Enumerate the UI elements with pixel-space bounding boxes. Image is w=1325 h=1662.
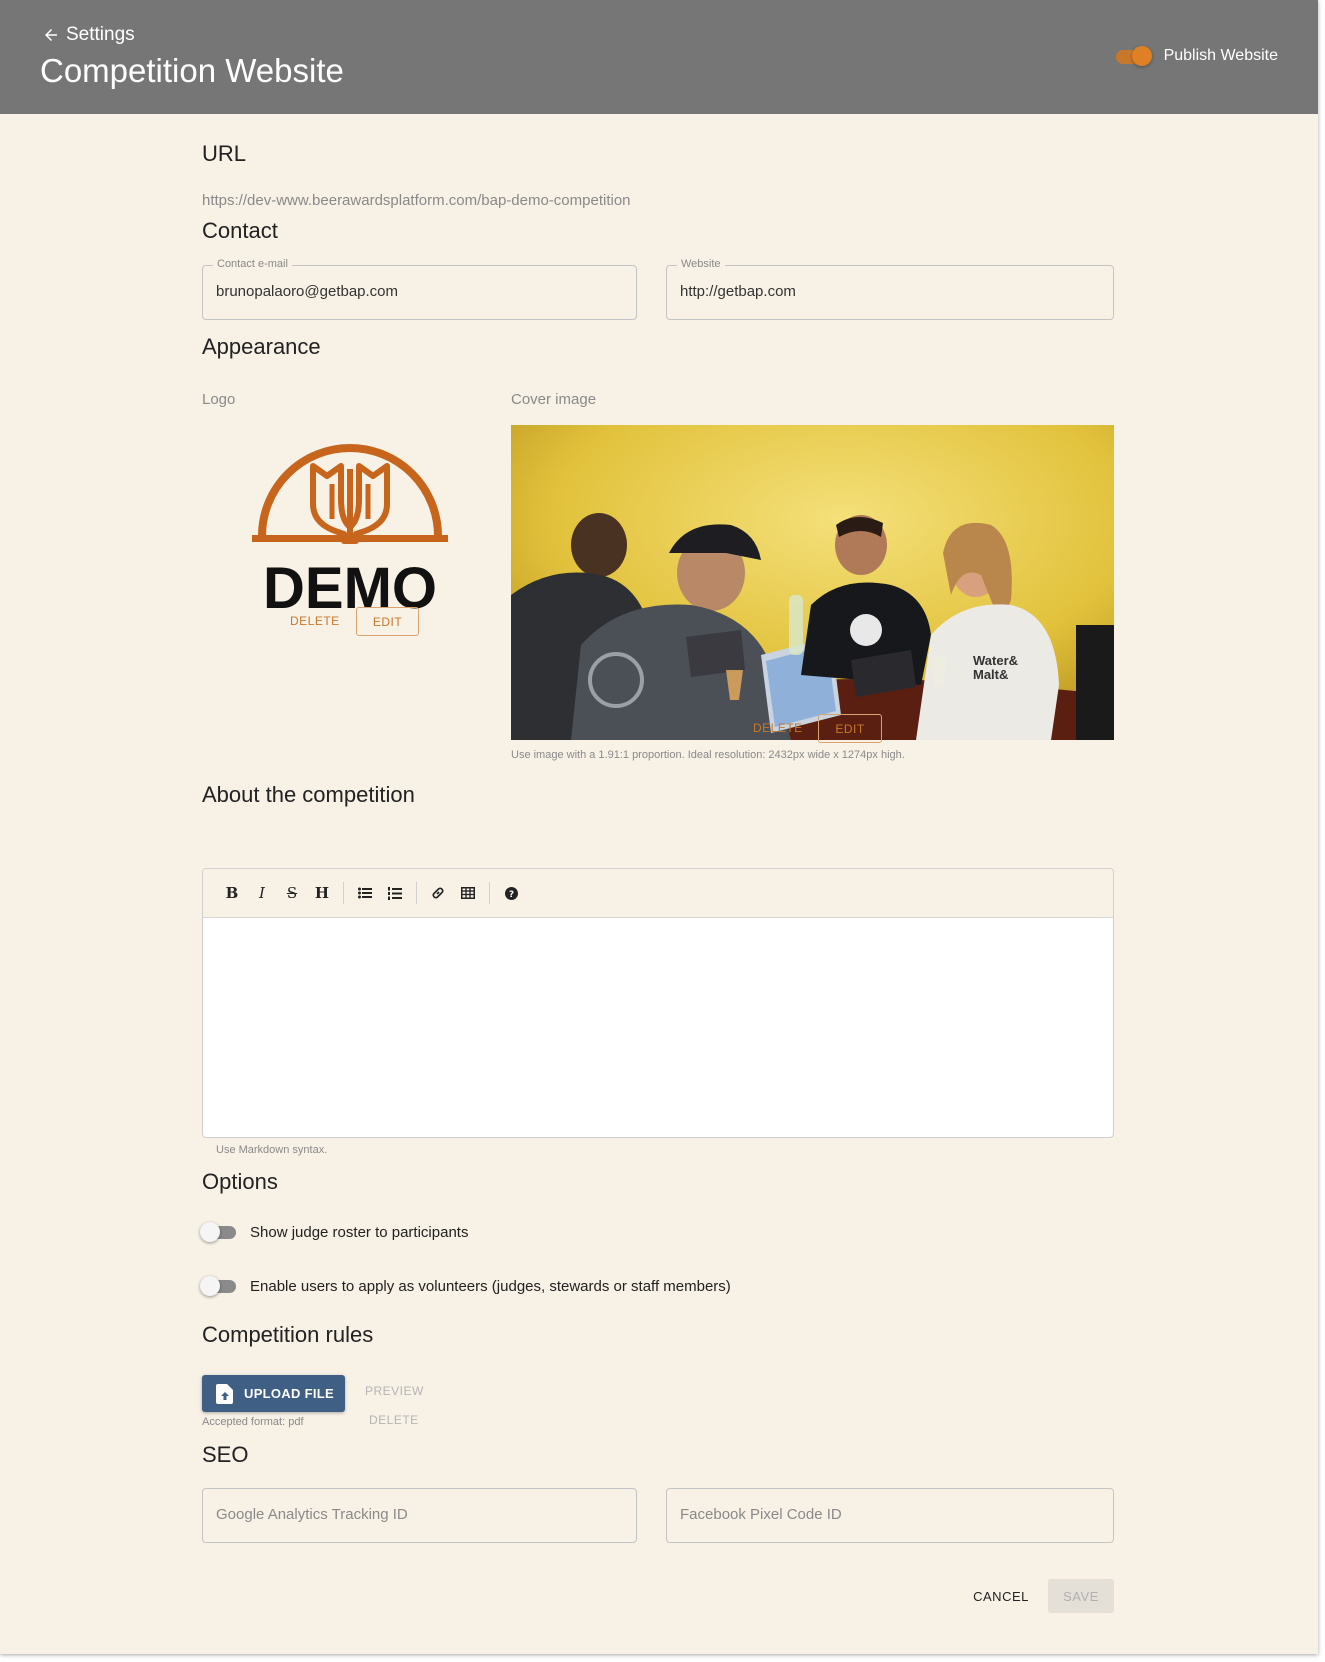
italic-icon[interactable]: I: [247, 878, 277, 908]
svg-text:?: ?: [508, 890, 513, 900]
app-frame: Settings Competition Website Publish Web…: [0, 0, 1318, 1654]
url-section-title: URL: [202, 141, 247, 166]
show-judge-roster-toggle[interactable]: [200, 1221, 238, 1243]
back-to-settings-link[interactable]: Settings: [42, 24, 135, 46]
logo-delete-button[interactable]: DELETE: [290, 614, 340, 628]
editor-toolbar: B I S H ?: [203, 869, 1113, 918]
show-judge-roster-label: Show judge roster to participants: [250, 1223, 469, 1241]
logo-image: DEMO: [250, 424, 450, 624]
website-value: http://getbap.com: [680, 283, 796, 300]
publish-website-label: Publish Website: [1163, 47, 1278, 64]
enable-volunteers-label: Enable users to apply as volunteers (jud…: [250, 1277, 731, 1295]
option-enable-volunteers: Enable users to apply as volunteers (jud…: [200, 1275, 731, 1297]
contact-email-label: Contact e-mail: [213, 258, 292, 270]
numbered-list-icon[interactable]: [380, 878, 410, 908]
markdown-editor: B I S H ?: [202, 868, 1114, 1138]
app-header: Settings Competition Website Publish Web…: [0, 0, 1318, 114]
cover-delete-button[interactable]: DELETE: [753, 721, 803, 735]
toolbar-divider: [416, 882, 417, 904]
website-label: Website: [677, 258, 725, 270]
google-analytics-placeholder: Google Analytics Tracking ID: [216, 1506, 408, 1523]
appearance-section-title: Appearance: [202, 334, 321, 359]
back-label: Settings: [66, 24, 135, 45]
logo-edit-button[interactable]: EDIT: [356, 607, 419, 636]
cover-shirt-text-1: Water&: [973, 653, 1018, 668]
contact-email-field[interactable]: Contact e-mail brunopalaoro@getbap.com: [202, 258, 637, 320]
options-section-title: Options: [202, 1169, 278, 1194]
facebook-pixel-placeholder: Facebook Pixel Code ID: [680, 1506, 842, 1523]
cover-image-hint: Use image with a 1.91:1 proportion. Idea…: [511, 749, 905, 761]
toolbar-divider: [343, 882, 344, 904]
website-field[interactable]: Website http://getbap.com: [666, 258, 1114, 320]
bold-icon[interactable]: B: [217, 878, 247, 908]
file-upload-icon: [216, 1383, 233, 1404]
publish-website-toggle[interactable]: [1114, 46, 1152, 66]
logo-emblem: [252, 444, 448, 544]
contact-email-value: brunopalaoro@getbap.com: [216, 283, 399, 300]
cover-image-label: Cover image: [511, 391, 597, 408]
cover-edit-button[interactable]: EDIT: [818, 714, 882, 743]
enable-volunteers-toggle[interactable]: [200, 1275, 238, 1297]
facebook-pixel-field[interactable]: Facebook Pixel Code ID: [666, 1488, 1114, 1543]
google-analytics-field[interactable]: Google Analytics Tracking ID: [202, 1488, 637, 1543]
cover-shirt-text-2: Malt&: [973, 667, 1008, 682]
rules-delete-button[interactable]: DELETE: [369, 1413, 419, 1427]
upload-file-label: UPLOAD FILE: [244, 1386, 334, 1401]
rules-section-title: Competition rules: [202, 1322, 374, 1347]
contact-section-title: Contact: [202, 218, 278, 243]
link-icon[interactable]: [423, 878, 453, 908]
cancel-button[interactable]: CANCEL: [966, 1579, 1036, 1613]
rules-preview-button[interactable]: PREVIEW: [365, 1384, 424, 1398]
strikethrough-icon[interactable]: S: [277, 878, 307, 908]
option-show-judge-roster: Show judge roster to participants: [200, 1221, 468, 1243]
seo-section-title: SEO: [202, 1442, 249, 1467]
cover-image: Water& Malt&: [511, 425, 1114, 740]
accepted-format-hint: Accepted format: pdf: [202, 1416, 304, 1428]
markdown-hint: Use Markdown syntax.: [216, 1144, 328, 1156]
logo-label: Logo: [202, 391, 236, 408]
page-title: Competition Website: [40, 52, 344, 89]
toolbar-divider: [489, 882, 490, 904]
publish-website-control: Publish Website: [1114, 46, 1278, 66]
arrow-left-icon: [45, 29, 57, 41]
save-button[interactable]: SAVE: [1048, 1579, 1114, 1613]
about-section-title: About the competition: [202, 782, 415, 807]
upload-file-button[interactable]: UPLOAD FILE: [202, 1375, 345, 1412]
bullet-list-icon[interactable]: [350, 878, 380, 908]
heading-icon[interactable]: H: [307, 878, 337, 908]
competition-url: https://dev-www.beerawardsplatform.com/b…: [202, 192, 631, 209]
table-icon[interactable]: [453, 878, 483, 908]
help-icon[interactable]: ?: [496, 878, 526, 908]
